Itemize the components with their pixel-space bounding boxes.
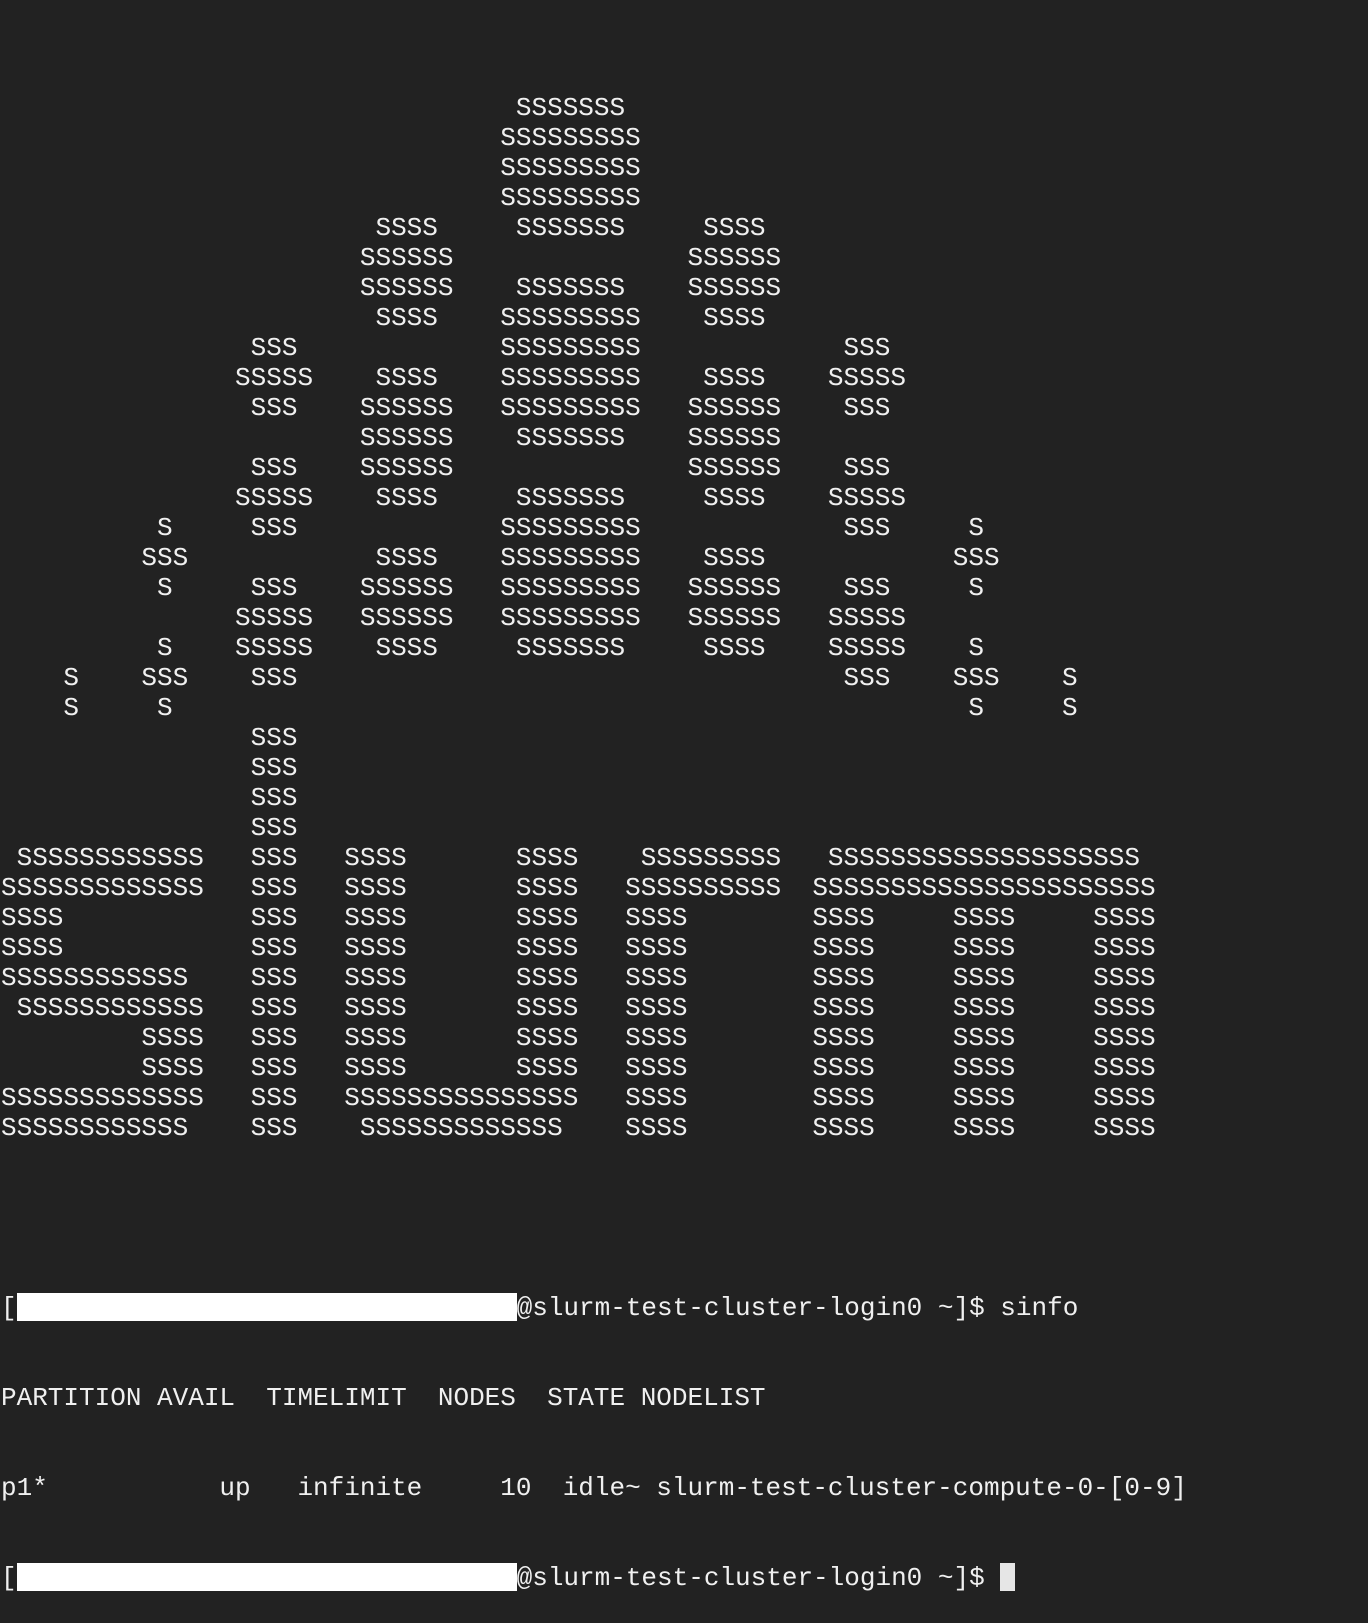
- banner-line: SSSSSSSSSSSSS SSS SSSS SSSS SSSSSSSSSS S…: [1, 873, 1156, 903]
- output-row-line: p1* up infinite 10 idle~ slurm-test-clus…: [1, 1473, 1187, 1503]
- prompt-host: @slurm-test-cluster-login0 ~]$: [516, 1293, 1001, 1323]
- slurm-ascii-banner: SSSSSSS SSSSSSSSS SSSSSSSSS SSSSSSSSS SS…: [1, 93, 1368, 1143]
- banner-line: SSS SSSS SSSSSSSSS SSSS SSS: [1, 543, 1000, 573]
- banner-line: SSSSSS SSSSSSS SSSSSS: [1, 273, 782, 303]
- prompt-bracket: [: [1, 1563, 17, 1593]
- banner-line: SSSSSSSSSSSSS SSS SSSSSSSSSSSSSSS SSSS S…: [1, 1083, 1156, 1113]
- banner-line: SSSSS SSSS SSSSSSS SSSS SSSSS: [1, 483, 906, 513]
- banner-line: SSSS SSSSSSSSS SSSS: [1, 303, 766, 333]
- banner-line: SSSSSSSSSSSS SSS SSSS SSSS SSSSSSSSS SSS…: [1, 843, 1140, 873]
- banner-line: S SSS SSSSSS SSSSSSSSS SSSSSS SSS S: [1, 573, 984, 603]
- banner-line: S SSSSS SSSS SSSSSSS SSSS SSSSS S: [1, 633, 984, 663]
- banner-line: S SSS SSS SSS SSS S: [1, 663, 1078, 693]
- output-header-line: PARTITION AVAIL TIMELIMIT NODES STATE NO…: [1, 1383, 766, 1413]
- banner-line: SSSSS SSSSSS SSSSSSSSS SSSSSS SSSSS: [1, 603, 906, 633]
- banner-line: SSSSSSSSS: [1, 123, 641, 153]
- redacted-username: [16, 1293, 517, 1321]
- banner-line: SSSSSSSSS: [1, 153, 641, 183]
- banner-line: SSSS SSS SSSS SSSS SSSS SSSS SSSS SSSS: [1, 903, 1156, 933]
- banner-line: SSS SSSSSSSSS SSS: [1, 333, 891, 363]
- command-text: sinfo: [1000, 1293, 1079, 1323]
- text-cursor[interactable]: [1000, 1563, 1016, 1591]
- active-prompt-line[interactable]: [ @slurm-test-cluster-login0 ~]$: [1, 1563, 1368, 1593]
- redacted-username: [16, 1563, 517, 1591]
- banner-line: SSS: [1, 813, 298, 843]
- banner-line: S SSS SSSSSSSSS SSS S: [1, 513, 984, 543]
- banner-line: SSSSSSSSSSSS SSS SSSS SSSS SSSS SSSS SSS…: [1, 993, 1156, 1023]
- banner-line: SSSSSS SSSSSSS SSSSSS: [1, 423, 782, 453]
- terminal-window[interactable]: SSSSSSS SSSSSSSSS SSSSSSSSS SSSSSSSSS SS…: [1, 33, 1368, 1623]
- banner-line: SSS: [1, 753, 298, 783]
- banner-line: SSSSSSSSS: [1, 183, 641, 213]
- banner-line: SSSSSS SSSSSS: [1, 243, 782, 273]
- prompt-bracket: [: [1, 1293, 17, 1323]
- command-line: [ @slurm-test-cluster-login0 ~]$ sinfo: [1, 1293, 1368, 1323]
- banner-line: S S S S: [1, 693, 1078, 723]
- banner-line: SSSSSSSSSSSS SSS SSSS SSSS SSSS SSSS SSS…: [1, 963, 1156, 993]
- banner-line: SSSSSSSSSSSS SSS SSSSSSSSSSSSS SSSS SSSS…: [1, 1113, 1156, 1143]
- banner-line: SSSS SSSSSSS SSSS: [1, 213, 766, 243]
- banner-line: SSS: [1, 783, 298, 813]
- banner-line: SSSS SSS SSSS SSSS SSSS SSSS SSSS SSSS: [1, 1053, 1156, 1083]
- banner-line: SSSSS SSSS SSSSSSSSS SSSS SSSSS: [1, 363, 906, 393]
- banner-line: SSS SSSSSS SSSSSSSSS SSSSSS SSS: [1, 393, 891, 423]
- prompt-host: @slurm-test-cluster-login0 ~]$: [516, 1563, 1001, 1593]
- banner-line: SSSS SSS SSSS SSSS SSSS SSSS SSSS SSSS: [1, 1023, 1156, 1053]
- banner-line: SSS: [1, 723, 298, 753]
- banner-line: SSS SSSSSS SSSSSS SSS: [1, 453, 891, 483]
- banner-line: SSSSSSS: [1, 93, 626, 123]
- banner-line: SSSS SSS SSSS SSSS SSSS SSSS SSSS SSSS: [1, 933, 1156, 963]
